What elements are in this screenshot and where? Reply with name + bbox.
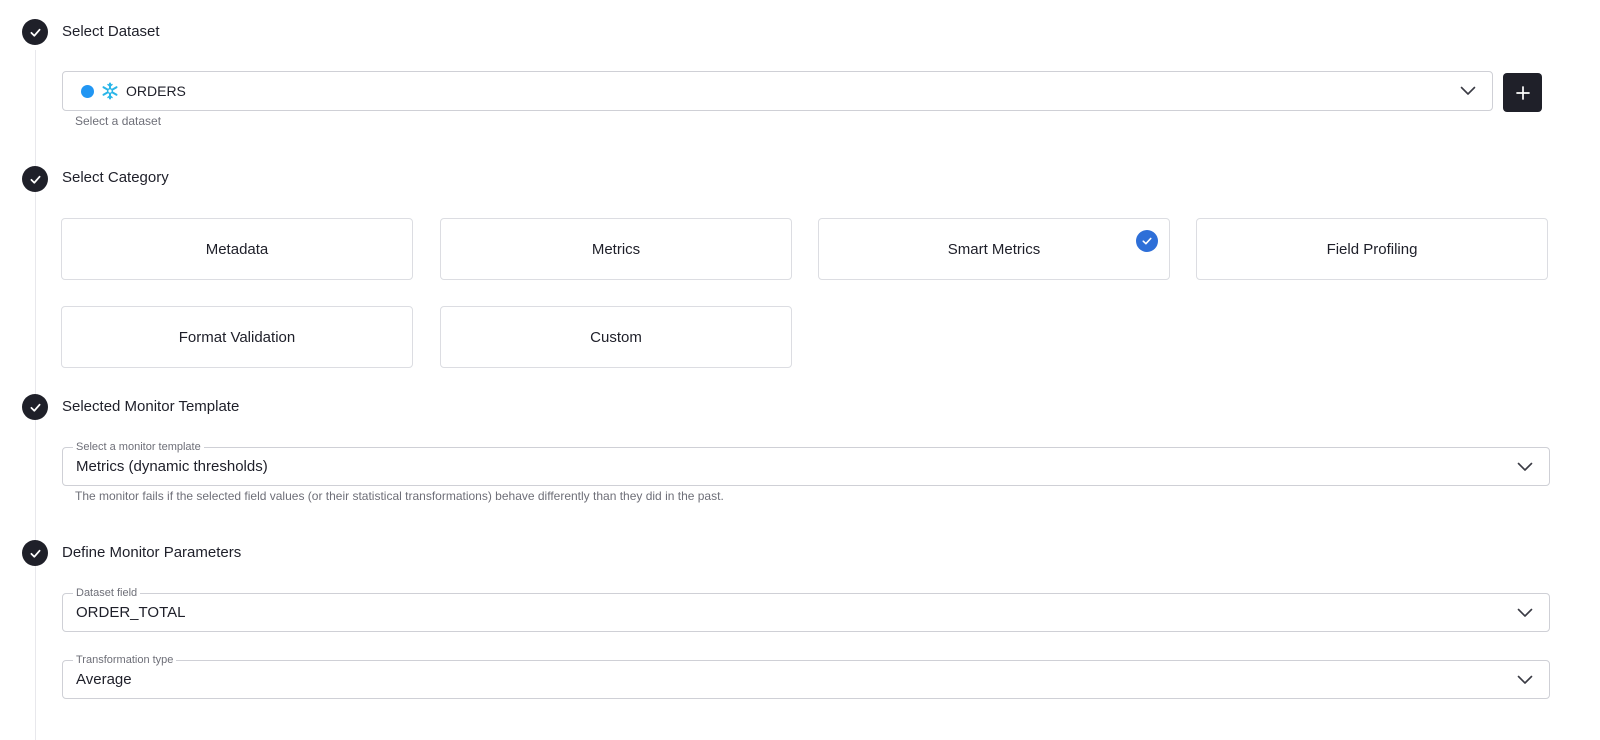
plus-icon [1515,85,1530,100]
dataset-helper-text: Select a dataset [75,114,162,128]
monitor-template-value: Metrics (dynamic thresholds) [76,458,268,475]
category-label: Field Profiling [1326,240,1418,258]
category-card-smart-metrics[interactable]: Smart Metrics [818,218,1170,280]
dataset-field-value: ORDER_TOTAL [76,604,186,621]
category-label: Format Validation [178,328,296,346]
step-title-monitor-parameters: Define Monitor Parameters [62,544,242,561]
monitor-template-select[interactable]: Select a monitor template Metrics (dynam… [62,441,1550,486]
chevron-down-icon[interactable] [1460,86,1476,96]
chevron-down-icon[interactable] [1517,462,1533,472]
selected-check-icon [1136,230,1158,252]
monitor-template-helper-text: The monitor fails if the selected field … [75,489,724,503]
category-card-metadata[interactable]: Metadata [61,218,413,280]
transformation-type-select[interactable]: Transformation type Average [62,654,1550,699]
step-title-select-dataset: Select Dataset [62,23,160,40]
dataset-value: ORDERS [126,83,186,99]
category-card-metrics[interactable]: Metrics [440,218,792,280]
step-complete-check-icon [22,540,48,566]
dataset-status-dot [81,84,94,98]
transformation-type-value: Average [76,671,132,688]
category-label: Metadata [205,240,269,258]
step-complete-check-icon [22,19,48,45]
category-label: Smart Metrics [947,240,1041,258]
category-label: Metrics [591,240,641,258]
category-card-format-validation[interactable]: Format Validation [61,306,413,368]
category-card-field-profiling[interactable]: Field Profiling [1196,218,1548,280]
step-title-select-category: Select Category [62,169,169,186]
snowflake-icon [101,82,119,100]
add-dataset-button[interactable] [1503,73,1542,112]
category-label: Custom [590,328,642,346]
chevron-down-icon[interactable] [1517,675,1533,685]
chevron-down-icon[interactable] [1517,608,1533,618]
step-complete-check-icon [22,166,48,192]
step-title-monitor-template: Selected Monitor Template [62,398,240,415]
step-complete-check-icon [22,394,48,420]
dataset-select[interactable]: ORDERS [62,71,1493,111]
category-card-custom[interactable]: Custom [440,306,792,368]
dataset-field-select[interactable]: Dataset field ORDER_TOTAL [62,587,1550,632]
